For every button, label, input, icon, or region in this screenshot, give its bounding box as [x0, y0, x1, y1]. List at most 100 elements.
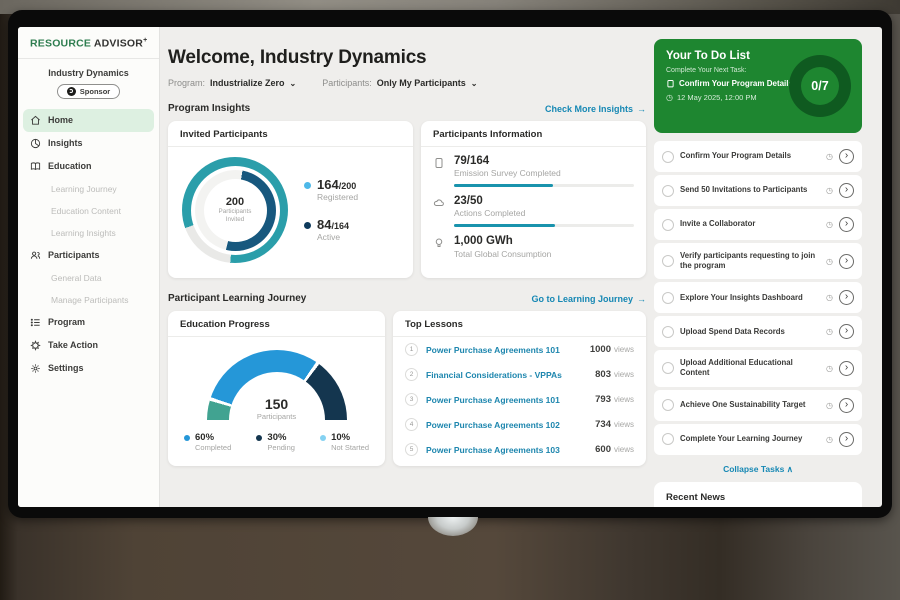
card-title: Education Progress — [168, 311, 385, 337]
lesson-row: 1 Power Purchase Agreements 101 1000view… — [393, 337, 646, 362]
sidebar-item-general-data[interactable]: General Data — [18, 267, 159, 289]
page-title: Welcome, Industry Dynamics — [168, 47, 646, 69]
invited-donut-chart: 200 Participants Invited — [182, 157, 288, 263]
participants-information-card: Participants Information 79/164 Emission… — [421, 121, 646, 278]
home-icon — [30, 115, 41, 126]
todo-checkbox[interactable] — [662, 255, 674, 267]
chevron-right-button[interactable]: › — [839, 361, 854, 376]
todo-item[interactable]: Achieve One Sustainability Target ◷ › — [654, 390, 862, 421]
rank-badge: 5 — [405, 443, 418, 456]
todo-list: Confirm Your Program Details ◷ › Send 50… — [654, 141, 862, 455]
chevron-right-button[interactable]: › — [839, 432, 854, 447]
education-progress-card: Education Progress 150 Participants 60%C… — [168, 311, 385, 466]
sidebar-item-take-action[interactable]: Take Action — [18, 334, 159, 357]
survey-icon — [433, 157, 445, 169]
todo-checkbox[interactable] — [662, 292, 674, 304]
todo-checkbox[interactable] — [662, 326, 674, 338]
check-more-insights-link[interactable]: Check More Insights→ — [545, 104, 646, 114]
sponsor-badge[interactable]: Sponsor — [57, 84, 120, 99]
sidebar-item-learning-insights[interactable]: Learning Insights — [18, 222, 159, 244]
chevron-right-button[interactable]: › — [839, 183, 854, 198]
sidebar-item-settings[interactable]: Settings — [18, 357, 159, 380]
todo-checkbox[interactable] — [662, 362, 674, 374]
legend-completed: 60%Completed — [184, 432, 231, 452]
todo-checkbox[interactable] — [662, 219, 674, 231]
chevron-right-button[interactable]: › — [839, 217, 854, 232]
chevron-right-button[interactable]: › — [839, 149, 854, 164]
sidebar-item-education[interactable]: Education — [18, 155, 159, 178]
lesson-row: 4 Power Purchase Agreements 102 734views — [393, 412, 646, 437]
chevron-right-button[interactable]: › — [839, 398, 854, 413]
collapse-tasks-link[interactable]: Collapse Tasks ∧ — [654, 464, 862, 475]
chevron-up-icon: ∧ — [787, 464, 793, 474]
learning-journey-title: Participant Learning Journey — [168, 293, 306, 304]
program-dropdown[interactable]: Program: Industrialize Zero ⌄ — [168, 78, 296, 88]
sidebar-item-participants[interactable]: Participants — [18, 244, 159, 267]
sidebar-item-learning-journey[interactable]: Learning Journey — [18, 178, 159, 200]
recent-news-title: Recent News — [666, 492, 725, 503]
todo-progress-ring: 0/7 — [789, 55, 851, 117]
sidebar-item-program[interactable]: Program — [18, 311, 159, 334]
rank-badge: 3 — [405, 393, 418, 406]
desk-background: RESOURCE ADVISOR+ Industry Dynamics Spon… — [0, 0, 900, 600]
todo-item[interactable]: Complete Your Learning Journey ◷ › — [654, 424, 862, 455]
education-gauge-chart: 150 Participants — [207, 350, 347, 421]
todo-item[interactable]: Upload Additional Educational Content ◷ … — [654, 350, 862, 386]
lesson-row: 2 Financial Considerations - VPPAs 803vi… — [393, 362, 646, 387]
participants-dropdown[interactable]: Participants: Only My Participants ⌄ — [322, 78, 477, 88]
top-lessons-card: Top Lessons 1 Power Purchase Agreements … — [393, 311, 646, 466]
lesson-link[interactable]: Power Purchase Agreements 102 — [426, 420, 587, 430]
sidebar-item-home[interactable]: Home — [23, 109, 154, 132]
todo-item[interactable]: Verify participants requesting to join t… — [654, 243, 862, 279]
todo-checkbox[interactable] — [662, 151, 674, 163]
lesson-link[interactable]: Power Purchase Agreements 101 — [426, 345, 582, 355]
rank-badge: 2 — [405, 368, 418, 381]
lesson-link[interactable]: Power Purchase Agreements 101 — [426, 395, 587, 405]
legend-dot — [320, 435, 326, 441]
action-burst-icon — [30, 340, 41, 351]
todo-checkbox[interactable] — [662, 185, 674, 197]
lesson-link[interactable]: Power Purchase Agreements 103 — [426, 445, 587, 455]
card-title: Participants Information — [421, 121, 646, 147]
program-insights-title: Program Insights — [168, 103, 250, 114]
chevron-down-icon: ⌄ — [471, 79, 478, 88]
legend-pending: 30%Pending — [256, 432, 295, 452]
todo-item[interactable]: Confirm Your Program Details ◷ › — [654, 141, 862, 172]
chevron-right-button[interactable]: › — [839, 290, 854, 305]
org-name: Industry Dynamics — [18, 68, 159, 78]
sidebar-item-insights[interactable]: Insights — [18, 132, 159, 155]
todo-item[interactable]: Send 50 Invitations to Participants ◷ › — [654, 175, 862, 206]
lesson-row: 3 Power Purchase Agreements 101 793views — [393, 387, 646, 412]
legend-dot — [304, 182, 311, 189]
chevron-right-button[interactable]: › — [839, 324, 854, 339]
clock-icon: ◷ — [826, 152, 833, 161]
chevron-right-button[interactable]: › — [839, 254, 854, 269]
app-window: RESOURCE ADVISOR+ Industry Dynamics Spon… — [18, 27, 882, 507]
todo-checkbox[interactable] — [662, 433, 674, 445]
clock-icon: ◷ — [826, 293, 833, 302]
legend-not-started: 10%Not Started — [320, 432, 369, 452]
todo-item[interactable]: Upload Spend Data Records ◷ › — [654, 316, 862, 347]
go-to-learning-journey-link[interactable]: Go to Learning Journey→ — [531, 294, 646, 304]
rank-badge: 1 — [405, 343, 418, 356]
sidebar-nav: Home Insights Education Learning Journey… — [18, 109, 159, 380]
lesson-link[interactable]: Financial Considerations - VPPAs — [426, 370, 587, 380]
todo-panel: Your To Do List Complete Your Next Task:… — [654, 27, 862, 507]
sidebar-item-education-content[interactable]: Education Content — [18, 200, 159, 222]
gear-icon — [30, 363, 41, 374]
todo-item[interactable]: Invite a Collaborator ◷ › — [654, 209, 862, 240]
sponsor-icon — [67, 87, 76, 96]
people-icon — [30, 250, 41, 261]
clock-icon: ◷ — [666, 93, 673, 102]
todo-checkbox[interactable] — [662, 399, 674, 411]
clock-icon: ◷ — [826, 257, 833, 266]
legend-dot — [256, 435, 262, 441]
legend-registered: 164/200 Registered — [304, 178, 358, 202]
arrow-right-icon: → — [637, 104, 646, 114]
clock-icon: ◷ — [826, 327, 833, 336]
todo-item[interactable]: Explore Your Insights Dashboard ◷ › — [654, 282, 862, 313]
app-logo[interactable]: RESOURCE ADVISOR+ — [18, 27, 159, 59]
list-icon — [30, 317, 41, 328]
todo-summary-card: Your To Do List Complete Your Next Task:… — [654, 39, 862, 133]
sidebar-item-manage-participants[interactable]: Manage Participants — [18, 289, 159, 311]
